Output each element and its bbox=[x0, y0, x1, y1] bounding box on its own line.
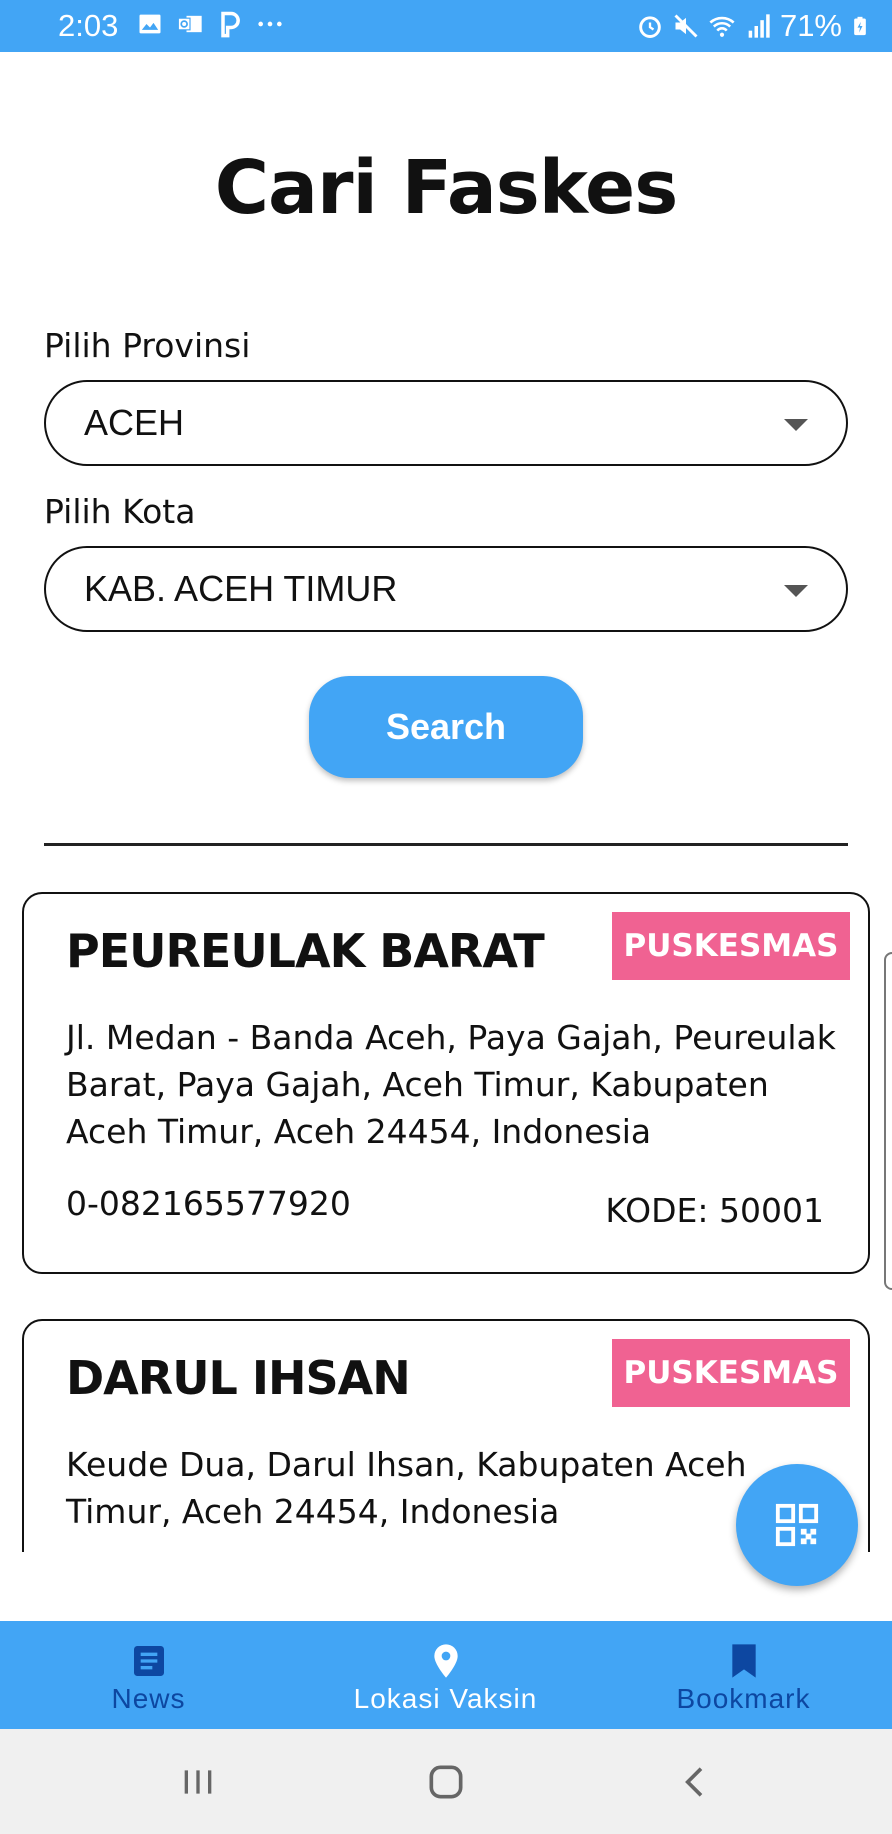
signal-icon bbox=[748, 14, 770, 38]
qr-scan-button[interactable] bbox=[736, 1464, 858, 1586]
province-dropdown[interactable]: ACEH bbox=[44, 380, 848, 466]
search-button[interactable]: Search bbox=[309, 676, 583, 778]
nav-item-news[interactable]: News bbox=[0, 1621, 297, 1729]
chevron-down-icon bbox=[784, 585, 808, 597]
outlook-icon bbox=[177, 15, 202, 33]
scroll-indicator bbox=[884, 952, 892, 1290]
alarm-icon bbox=[639, 16, 661, 38]
facility-card[interactable]: PEUREULAK BARAT PUSKESMAS Jl. Medan - Ba… bbox=[22, 892, 870, 1274]
bookmark-icon bbox=[731, 1644, 756, 1678]
nav-label: Lokasi Vaksin bbox=[353, 1683, 538, 1714]
facility-type-badge: PUSKESMAS bbox=[612, 1339, 850, 1407]
status-bar: 2:03 71% bbox=[0, 0, 892, 52]
home-icon bbox=[429, 1765, 463, 1799]
back-button[interactable] bbox=[666, 1757, 726, 1807]
chevron-down-icon bbox=[784, 419, 808, 431]
qr-code-icon bbox=[775, 1503, 819, 1547]
facility-phone: 0-082165577920 bbox=[66, 1184, 351, 1223]
mute-icon bbox=[674, 14, 698, 38]
bottom-navigation: News Lokasi Vaksin Bookmark bbox=[0, 1621, 892, 1729]
more-icon bbox=[258, 21, 282, 27]
facility-address: Jl. Medan - Banda Aceh, Paya Gajah, Peur… bbox=[66, 1018, 836, 1151]
recent-apps-button[interactable] bbox=[168, 1757, 228, 1807]
recent-apps-icon bbox=[184, 1770, 212, 1794]
city-value: KAB. ACEH TIMUR bbox=[84, 568, 398, 609]
status-time: 2:03 bbox=[58, 8, 119, 43]
notification-icons bbox=[136, 10, 284, 38]
divider bbox=[44, 843, 848, 846]
back-icon bbox=[685, 1767, 703, 1797]
news-icon bbox=[133, 1646, 164, 1676]
nav-label: Bookmark bbox=[676, 1683, 811, 1714]
wifi-icon bbox=[709, 16, 735, 37]
system-status: 71% bbox=[636, 8, 870, 44]
facility-name: PEUREULAK BARAT bbox=[66, 924, 545, 978]
results-list[interactable]: PEUREULAK BARAT PUSKESMAS Jl. Medan - Ba… bbox=[0, 860, 892, 1552]
province-label: Pilih Provinsi bbox=[44, 326, 251, 365]
parking-icon bbox=[221, 11, 240, 38]
battery-icon bbox=[854, 16, 866, 36]
facility-name: DARUL IHSAN bbox=[66, 1351, 411, 1405]
nav-item-lokasi-vaksin[interactable]: Lokasi Vaksin bbox=[297, 1621, 594, 1729]
facility-code: KODE: 50001 bbox=[605, 1191, 824, 1230]
location-pin-icon bbox=[433, 1644, 458, 1678]
city-label: Pilih Kota bbox=[44, 492, 196, 531]
nav-label: News bbox=[111, 1683, 186, 1714]
nav-item-bookmark[interactable]: Bookmark bbox=[595, 1621, 892, 1729]
image-icon bbox=[139, 14, 161, 34]
battery-percent: 71% bbox=[779, 8, 842, 43]
system-navigation-bar bbox=[0, 1729, 892, 1834]
city-dropdown[interactable]: KAB. ACEH TIMUR bbox=[44, 546, 848, 632]
page-title: Cari Faskes bbox=[214, 145, 679, 231]
province-value: ACEH bbox=[84, 402, 185, 443]
facility-type-badge: PUSKESMAS bbox=[612, 912, 850, 980]
home-button[interactable] bbox=[416, 1757, 476, 1807]
